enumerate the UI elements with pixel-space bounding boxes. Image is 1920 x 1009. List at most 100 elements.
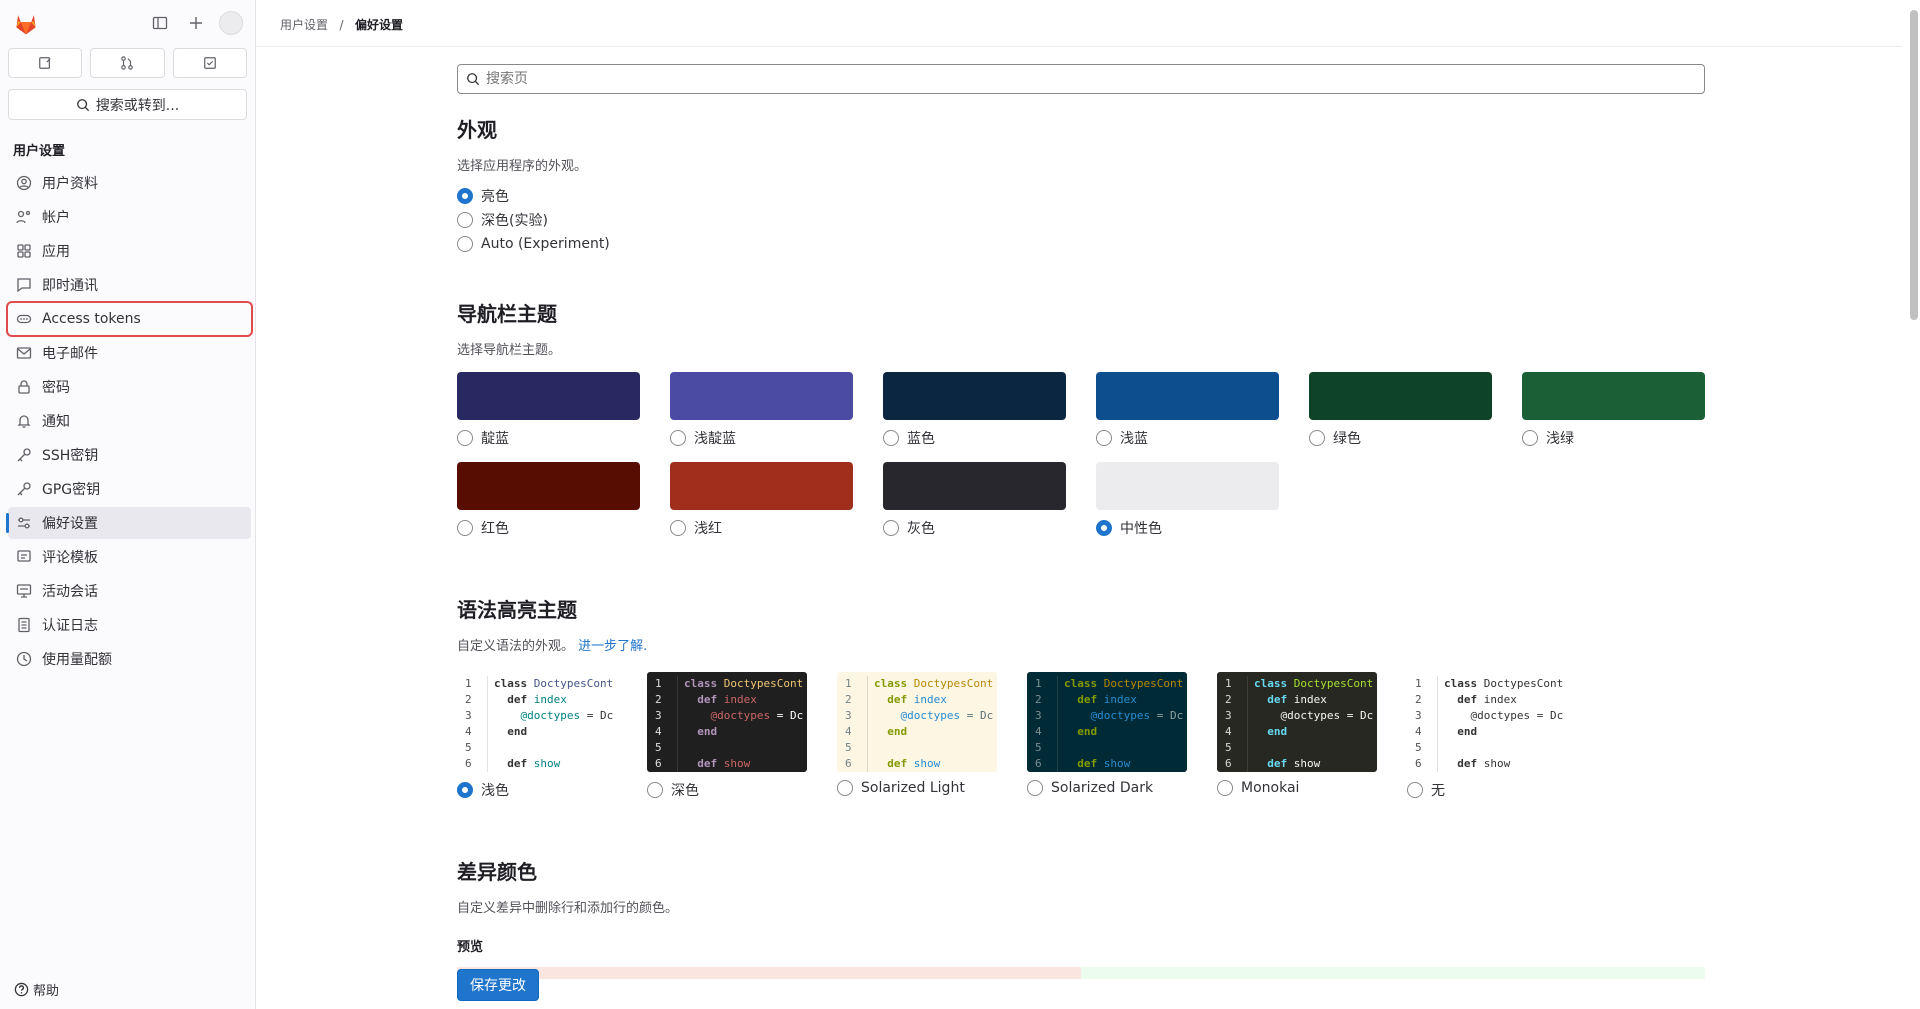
comment-icon: [16, 549, 32, 565]
theme-swatch[interactable]: [457, 372, 640, 420]
search-button[interactable]: 搜索或转到...: [8, 89, 247, 120]
syntax-theme-option[interactable]: 1 2 3 4 5 6 class DoctypesCont def index @doct…: [1027, 672, 1187, 800]
radio-button[interactable]: [457, 430, 473, 446]
main-content: 外观 选择应用程序的外观。 亮色深色(实验)Auto (Experiment) …: [457, 64, 1705, 979]
navbar-theme-option[interactable]: 浅靛蓝: [670, 372, 853, 448]
navbar-theme-option[interactable]: 绿色: [1309, 372, 1492, 448]
radio-button[interactable]: [670, 520, 686, 536]
navbar-theme-option[interactable]: 中性色: [1096, 462, 1279, 538]
theme-swatch[interactable]: [670, 372, 853, 420]
bell-icon: [16, 413, 32, 429]
navbar-theme-option[interactable]: 浅红: [670, 462, 853, 538]
syntax-theme-label: 无: [1431, 783, 1445, 799]
sidebar-item-comment[interactable]: 评论模板: [8, 541, 251, 573]
sidebar-item-mail[interactable]: 电子邮件: [8, 337, 251, 369]
syntax-theme-option[interactable]: 1 2 3 4 5 6 class DoctypesCont def index @doct…: [1407, 672, 1567, 800]
radio-button[interactable]: [670, 430, 686, 446]
radio-button[interactable]: [1027, 780, 1043, 796]
sidebar-item-quota[interactable]: 使用量配额: [8, 643, 251, 675]
code-preview[interactable]: 1 2 3 4 5 6 class DoctypesCont def index @doct…: [457, 672, 617, 772]
page-search-field[interactable]: [457, 64, 1705, 94]
radio-button[interactable]: [647, 782, 663, 798]
radio-button[interactable]: [883, 430, 899, 446]
appearance-option[interactable]: 深色(实验): [457, 208, 1705, 232]
theme-swatch[interactable]: [883, 372, 1066, 420]
radio-button[interactable]: [1309, 430, 1325, 446]
sidebar-item-label: Access tokens: [42, 311, 141, 327]
sidebar-item-account[interactable]: 帐户: [8, 201, 251, 233]
breadcrumb-item[interactable]: 用户设置: [280, 18, 328, 32]
radio-button[interactable]: [1096, 520, 1112, 536]
help-button[interactable]: 帮助: [14, 980, 59, 999]
navbar-theme-option[interactable]: 蓝色: [883, 372, 1066, 448]
navbar-theme-option[interactable]: 浅蓝: [1096, 372, 1279, 448]
code-sample: class DoctypesCont def index @doctypes =…: [487, 676, 617, 772]
preferences-icon: [16, 515, 32, 531]
theme-swatch[interactable]: [1522, 372, 1705, 420]
scrollbar[interactable]: [1910, 10, 1918, 320]
code-preview[interactable]: 1 2 3 4 5 6 class DoctypesCont def index @doct…: [1027, 672, 1187, 772]
sidebar-item-session[interactable]: 活动会话: [8, 575, 251, 607]
theme-swatch[interactable]: [883, 462, 1066, 510]
sidebar-item-lock[interactable]: 密码: [8, 371, 251, 403]
radio-button[interactable]: [457, 782, 473, 798]
gitlab-logo[interactable]: [12, 9, 40, 37]
syntax-theme-option[interactable]: 1 2 3 4 5 6 class DoctypesCont def index @doct…: [837, 672, 997, 800]
theme-swatch[interactable]: [457, 462, 640, 510]
navbar-theme-option[interactable]: 红色: [457, 462, 640, 538]
radio-button[interactable]: [1217, 780, 1233, 796]
line-numbers: 123456: [1035, 677, 1042, 770]
radio-button[interactable]: [457, 520, 473, 536]
sidebar-item-bell[interactable]: 通知: [8, 405, 251, 437]
radio-button[interactable]: [1096, 430, 1112, 446]
syntax-theme-option[interactable]: 1 2 3 4 5 6 class DoctypesCont def index @doct…: [1217, 672, 1377, 800]
theme-swatch[interactable]: [1096, 462, 1279, 510]
learn-more-link[interactable]: 进一步了解.: [578, 639, 647, 654]
line-numbers: 123456: [655, 677, 662, 770]
code-preview[interactable]: 1 2 3 4 5 6 class DoctypesCont def index @doct…: [837, 672, 997, 772]
radio-button[interactable]: [1522, 430, 1538, 446]
radio-button[interactable]: [837, 780, 853, 796]
issues-button[interactable]: [8, 48, 83, 78]
syntax-theme-option[interactable]: 1 2 3 4 5 6 class DoctypesCont def index @doct…: [647, 672, 807, 800]
navbar-theme-option[interactable]: 靛蓝: [457, 372, 640, 448]
merge-requests-button[interactable]: [90, 48, 165, 78]
code-preview[interactable]: 1 2 3 4 5 6 class DoctypesCont def index @doct…: [647, 672, 807, 772]
todo-button[interactable]: [172, 48, 247, 78]
theme-option-row: 靛蓝: [457, 428, 640, 448]
lock-icon: [16, 379, 32, 395]
issues-icon: [39, 57, 51, 69]
theme-option-row: 浅绿: [1522, 428, 1705, 448]
sidebar-item-chat[interactable]: 即时通讯: [8, 269, 251, 301]
radio-button[interactable]: [457, 236, 473, 252]
navbar-theme-option[interactable]: 浅绿: [1522, 372, 1705, 448]
save-button[interactable]: 保存更改: [457, 969, 539, 1001]
page-search-input[interactable]: [486, 71, 1696, 87]
code-preview[interactable]: 1 2 3 4 5 6 class DoctypesCont def index @doct…: [1407, 672, 1567, 772]
appearance-option[interactable]: 亮色: [457, 184, 1705, 208]
appearance-option[interactable]: Auto (Experiment): [457, 232, 1705, 256]
sidebar-item-key[interactable]: GPG密钥: [8, 473, 251, 505]
sidebar-item-token[interactable]: Access tokens: [6, 301, 253, 337]
plus-icon[interactable]: [183, 10, 209, 36]
radio-button[interactable]: [1407, 782, 1423, 798]
avatar[interactable]: [219, 11, 243, 35]
theme-swatch[interactable]: [670, 462, 853, 510]
syntax-theme-option[interactable]: 1 2 3 4 5 6 class DoctypesCont def index @doct…: [457, 672, 617, 800]
sidebar-item-profile[interactable]: 用户资料: [8, 167, 251, 199]
radio-button[interactable]: [883, 520, 899, 536]
code-preview[interactable]: 1 2 3 4 5 6 class DoctypesCont def index @doct…: [1217, 672, 1377, 772]
radio-button[interactable]: [457, 212, 473, 228]
sidebar-item-log[interactable]: 认证日志: [8, 609, 251, 641]
syntax-theme-grid: 1 2 3 4 5 6 class DoctypesCont def index @doct…: [457, 672, 1705, 800]
theme-swatch[interactable]: [1309, 372, 1492, 420]
sidebar-toggle-icon[interactable]: [147, 10, 173, 36]
token-icon: [16, 311, 32, 327]
radio-button[interactable]: [457, 188, 473, 204]
theme-label: 绿色: [1333, 431, 1361, 447]
sidebar-item-preferences[interactable]: 偏好设置: [6, 507, 251, 539]
theme-swatch[interactable]: [1096, 372, 1279, 420]
sidebar-item-applications[interactable]: 应用: [8, 235, 251, 267]
navbar-theme-option[interactable]: 灰色: [883, 462, 1066, 538]
sidebar-item-key[interactable]: SSH密钥: [8, 439, 251, 471]
